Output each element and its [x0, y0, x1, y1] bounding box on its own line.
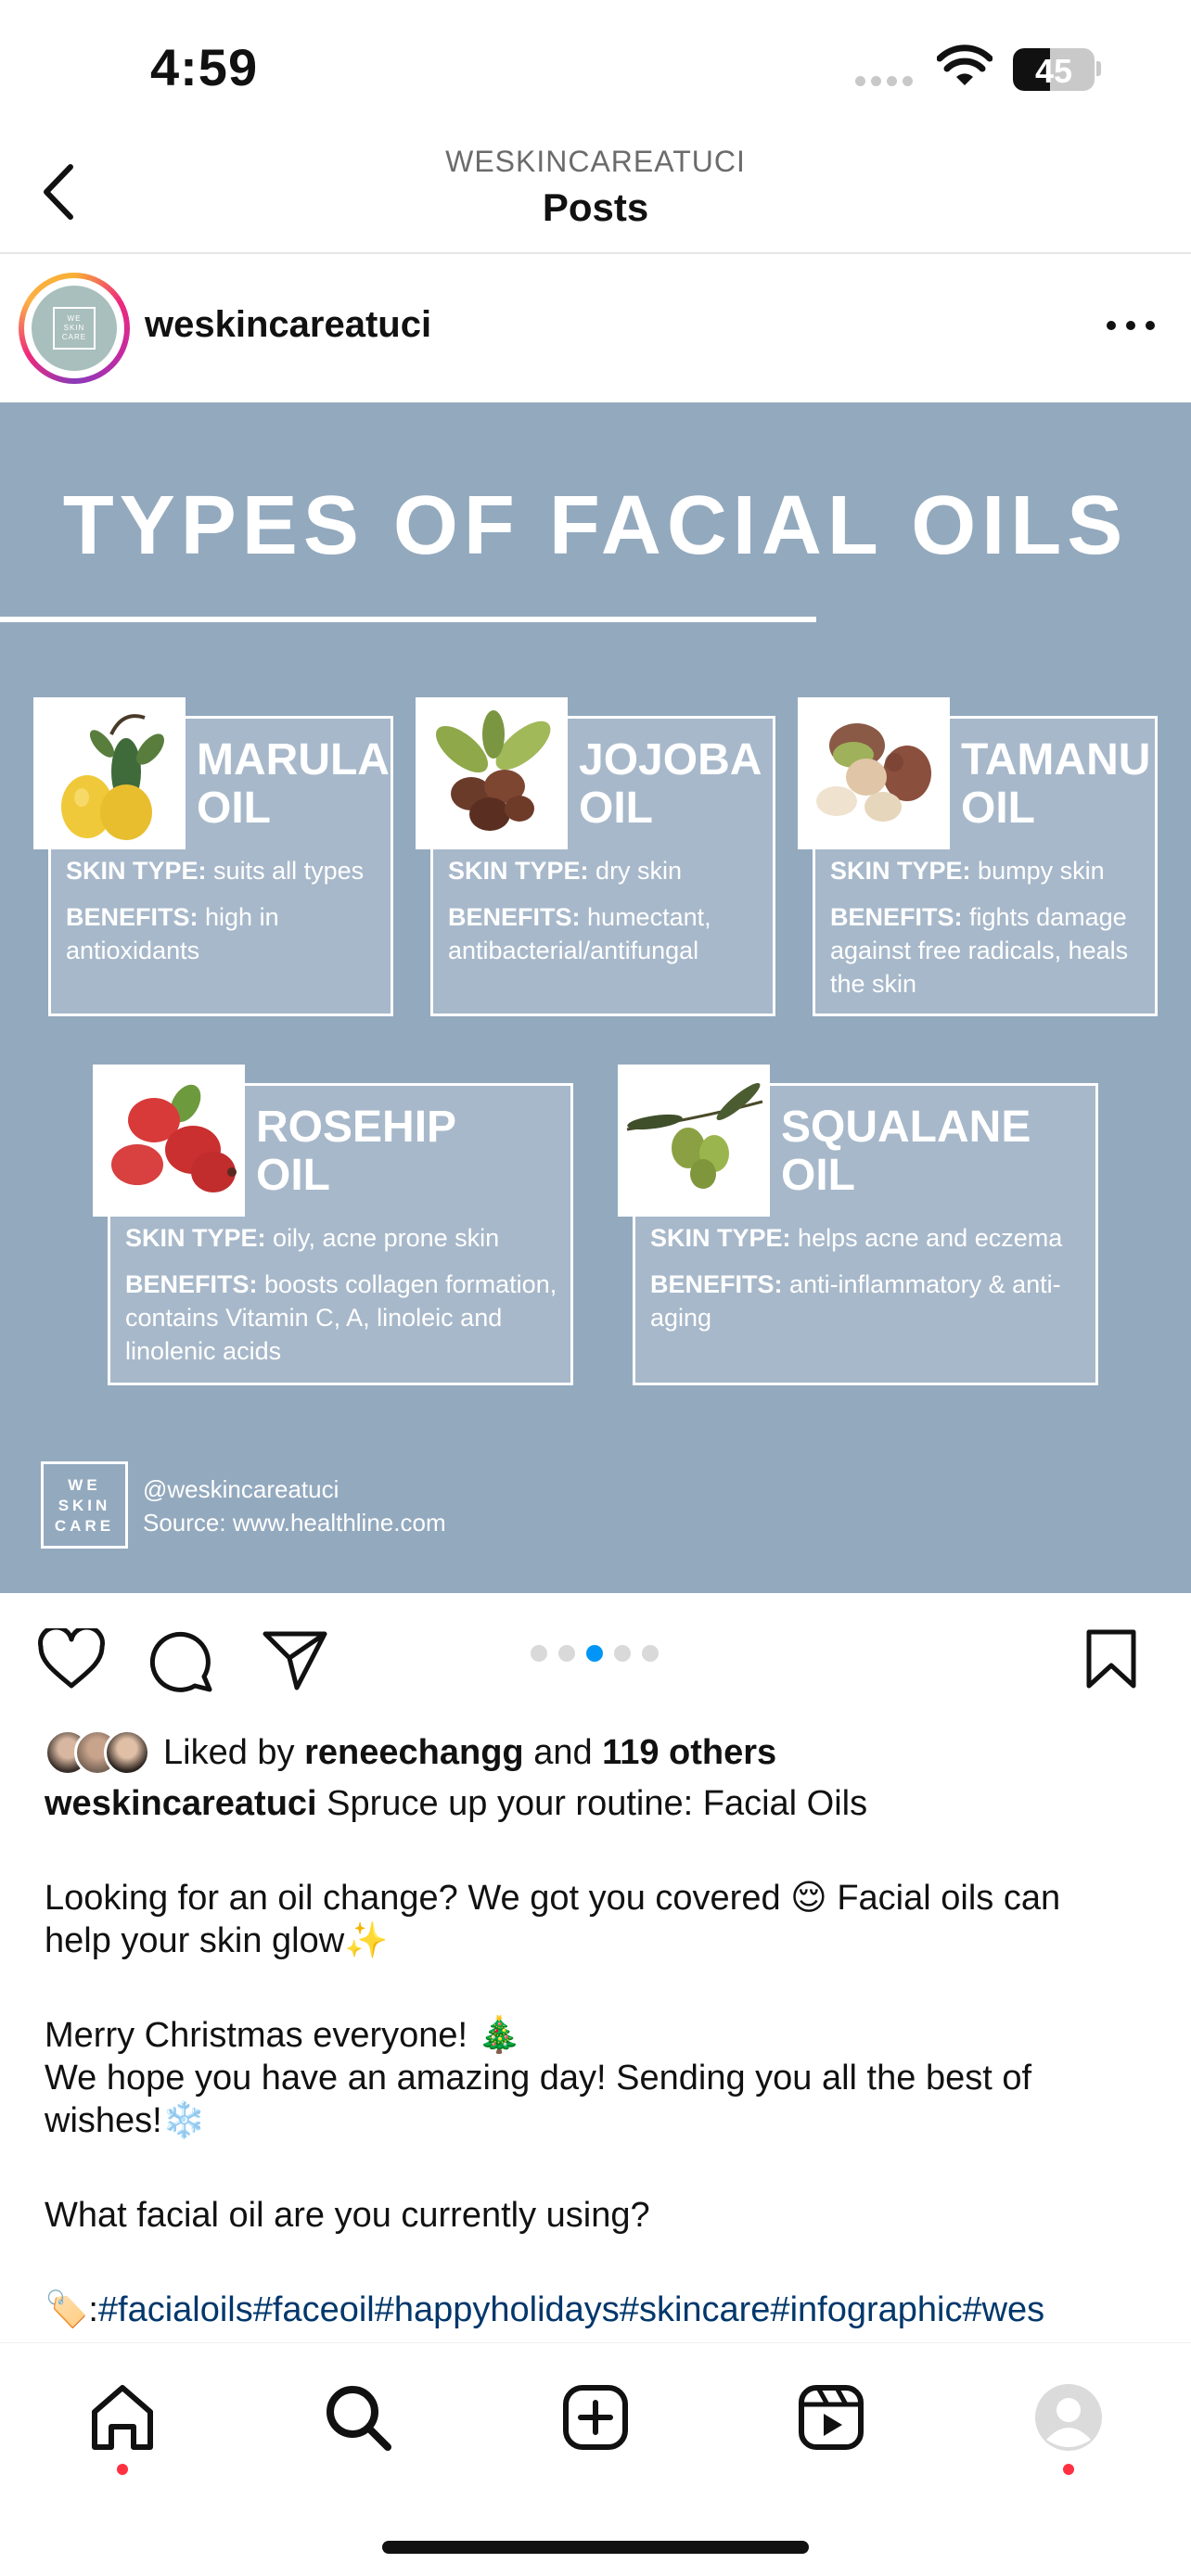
rosehip-berry-illustration: [93, 1065, 245, 1217]
battery-percent: 45: [1034, 52, 1073, 90]
avatar-story-ring[interactable]: WE SKIN CARE: [19, 273, 130, 384]
header-account-name: WESKINCAREATUCI: [445, 145, 746, 178]
avatar: WE SKIN CARE: [32, 286, 117, 371]
likes-count[interactable]: 119 others: [602, 1733, 776, 1772]
carousel-dot: [642, 1645, 659, 1662]
post-author-row: WE SKIN CARE weskincareatuci: [0, 256, 1191, 401]
hashtags[interactable]: #facialoils#faceoil#happyholidays#skinca…: [98, 2290, 1044, 2329]
avatar-logo: WE SKIN CARE: [53, 307, 96, 350]
jojoba-seed-illustration: [416, 697, 568, 849]
caption-username[interactable]: weskincareatuci: [45, 1784, 317, 1823]
skin-type-value: bumpy skin: [978, 857, 1105, 885]
skin-type-value: dry skin: [596, 857, 683, 885]
bookmark-icon[interactable]: [1083, 1628, 1139, 1690]
skin-type-label: SKIN TYPE:: [125, 1224, 266, 1252]
home-notification-dot: [117, 2464, 128, 2475]
wifi-icon: [937, 45, 992, 85]
caption-headline: Spruce up your routine: Facial Oils: [327, 1784, 868, 1823]
liker-username[interactable]: reneechangg: [304, 1733, 524, 1772]
skin-type-label: SKIN TYPE:: [66, 857, 207, 885]
home-icon[interactable]: [85, 2380, 160, 2455]
post-image[interactable]: TYPES OF FACIAL OILS SKIN TYPE: suits al…: [0, 402, 1191, 1593]
oil-name-jojoba: JOJOBA OIL: [579, 735, 762, 833]
benefits-label: BENEFITS:: [448, 903, 581, 931]
battery-icon: 45: [1013, 48, 1095, 91]
benefits-label: BENEFITS:: [650, 1270, 783, 1298]
caption-paragraph: Merry Christmas everyone! 🎄: [45, 2016, 521, 2055]
create-icon[interactable]: [558, 2380, 633, 2455]
infographic-handle: @weskincareatuci: [143, 1475, 339, 1503]
profile-notification-dot: [1063, 2464, 1074, 2475]
infographic-source: Source: www.healthline.com: [143, 1509, 446, 1537]
skin-type-value: suits all types: [213, 857, 365, 885]
skin-type-label: SKIN TYPE:: [830, 857, 971, 885]
reels-icon[interactable]: [794, 2380, 868, 2455]
battery-tip: [1096, 61, 1101, 76]
caption-paragraph: help your skin glow✨: [45, 1921, 389, 1960]
status-bar: 4:59 45: [0, 0, 1191, 139]
title-underline: [0, 617, 816, 622]
status-time: 4:59: [150, 38, 259, 96]
skin-type-value: oily, acne prone skin: [273, 1224, 500, 1252]
post-caption: weskincareatuci Spruce up your routine: …: [45, 1782, 1158, 2331]
nav-header: WESKINCAREATUCI Posts: [0, 139, 1191, 254]
caption-question: What facial oil are you currently using?: [45, 2196, 650, 2235]
oil-name-marula: MARULA OIL: [197, 735, 390, 833]
carousel-dot: [586, 1645, 603, 1662]
carousel-dot: [558, 1645, 575, 1662]
post-actions: [0, 1595, 1191, 1715]
search-icon[interactable]: [321, 2380, 395, 2455]
carousel-dot: [614, 1645, 631, 1662]
oil-name-rosehip: ROSEHIP OIL: [256, 1103, 457, 1200]
infographic-credit: @weskincareatuci Source: www.healthline.…: [143, 1473, 446, 1539]
benefits-label: BENEFITS:: [830, 903, 963, 931]
carousel-dot: [531, 1645, 547, 1662]
profile-icon[interactable]: [1031, 2380, 1106, 2455]
tamanu-nut-illustration: [798, 697, 950, 849]
infographic-title: TYPES OF FACIAL OILS: [62, 479, 1129, 572]
caption-paragraph: We hope you have an amazing day! Sending…: [45, 2059, 1032, 2098]
caption-paragraph: wishes!❄️: [45, 2101, 207, 2140]
carousel-indicator: [531, 1645, 659, 1662]
caption-paragraph: Looking for an oil change? We got you co…: [45, 1879, 1061, 1918]
comment-icon[interactable]: [148, 1626, 215, 1693]
heart-icon[interactable]: [37, 1628, 106, 1690]
marula-fruit-illustration: [33, 697, 186, 849]
skin-type-label: SKIN TYPE:: [650, 1224, 791, 1252]
skin-type-label: SKIN TYPE:: [448, 857, 589, 885]
page-title: Posts: [542, 185, 649, 229]
more-icon[interactable]: [1098, 312, 1163, 339]
benefits-label: BENEFITS:: [125, 1270, 258, 1298]
infographic-logo: WE SKIN CARE: [41, 1461, 128, 1549]
likes-row[interactable]: Liked by reneechangg and 119 others: [45, 1727, 776, 1779]
oil-name-squalane: SQUALANE OIL: [781, 1103, 1031, 1200]
benefits-label: BENEFITS:: [66, 903, 198, 931]
home-indicator: [382, 2541, 809, 2554]
liker-avatar: [104, 1729, 150, 1776]
post-username[interactable]: weskincareatuci: [145, 304, 431, 346]
tag-label: 🏷️:: [45, 2290, 98, 2329]
share-icon[interactable]: [262, 1628, 328, 1691]
oil-name-tamanu: TAMANU OIL: [961, 735, 1151, 833]
skin-type-value: helps acne and eczema: [798, 1224, 1063, 1252]
cellular-signal-icon: [855, 76, 913, 86]
olive-branch-illustration: [618, 1065, 770, 1217]
likes-text: Liked by reneechangg and 119 others: [163, 1732, 777, 1772]
